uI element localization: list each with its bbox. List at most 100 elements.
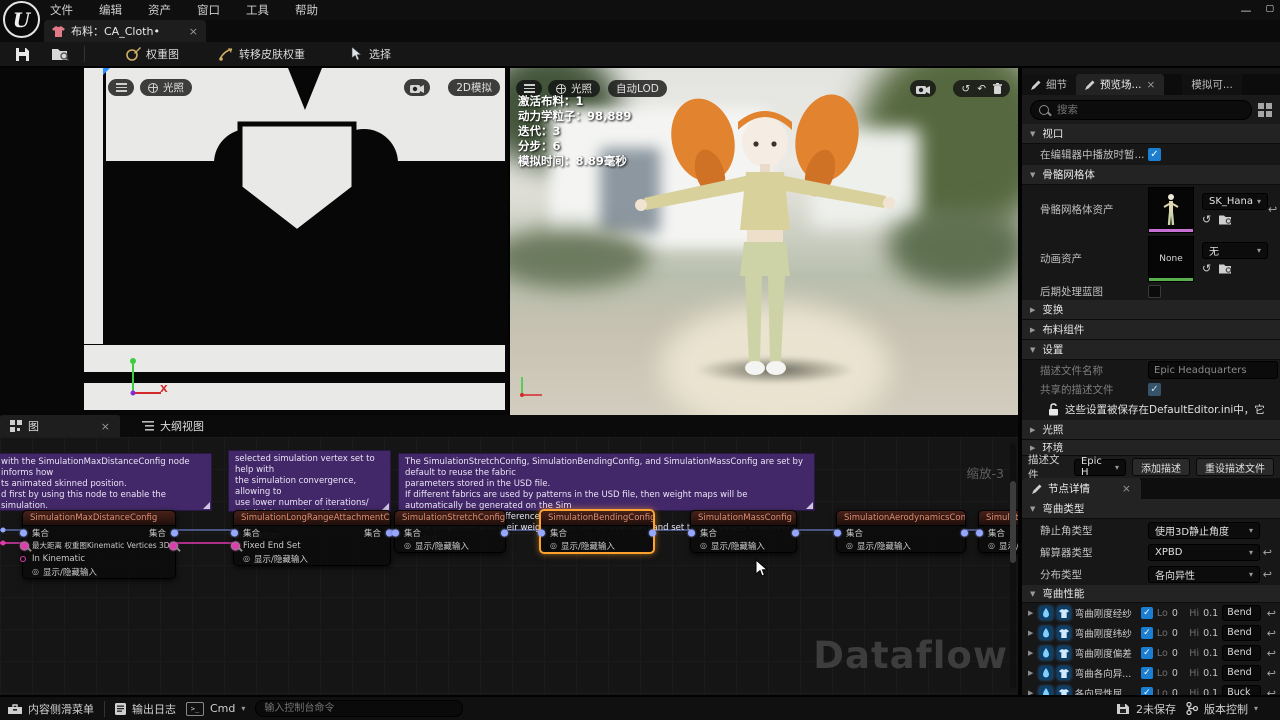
pin-collection-out[interactable] (501, 529, 508, 536)
graph-canvas[interactable]: 缩放-3 Dataflow with the SimulationMaxDist… (0, 437, 1018, 695)
tab-outline-view[interactable]: 大纲视图 (132, 415, 214, 437)
sim-2d-toggle[interactable]: 2D模拟 (448, 79, 500, 96)
shared-profile-checkbox[interactable]: ✓ (1148, 383, 1161, 396)
section-transform[interactable]: ▶变换 (1022, 300, 1280, 320)
menu-asset[interactable]: 资产 (148, 2, 171, 18)
pause-checkbox[interactable]: ✓ (1148, 148, 1161, 161)
weightmap-name-field[interactable]: Bend (1222, 645, 1261, 661)
minimize-button[interactable]: — (1240, 4, 1251, 17)
close-icon[interactable]: × (1147, 79, 1156, 91)
tab-preview-scene[interactable]: 预览场... × (1076, 74, 1164, 95)
section-bending-properties[interactable]: ▼弯曲性能 (1022, 585, 1280, 603)
section-settings[interactable]: ▼设置 (1022, 340, 1280, 360)
scrollbar-thumb[interactable] (1010, 481, 1016, 563)
rest-angle-type-dropdown[interactable]: 使用3D静止角度▾ (1148, 522, 1260, 539)
browse-to-asset-icon[interactable] (1219, 263, 1232, 274)
pin-in-kinematic[interactable] (20, 556, 26, 562)
reset-to-default-icon[interactable]: ↩ (1267, 607, 1276, 620)
tab-node-details[interactable]: 节点详情 × (1022, 478, 1141, 499)
maximize-button[interactable]: ▢ (1265, 4, 1274, 17)
pin-fixed-end-set-in[interactable] (231, 541, 240, 550)
expander-icon[interactable]: ▶ (1028, 609, 1035, 617)
comment-box[interactable]: with the SimulationMaxDistanceConfig nod… (0, 453, 212, 511)
output-log-button[interactable]: 输出日志 (115, 701, 176, 717)
view-options-icon[interactable] (1258, 103, 1272, 117)
override-checkbox[interactable]: ✓ (1141, 667, 1153, 679)
profile-dropdown[interactable]: Epic H▾ (1074, 459, 1126, 476)
use-selected-icon[interactable]: ↺ (1202, 262, 1211, 275)
section-viewport[interactable]: ▼视口 (1022, 124, 1280, 144)
use-selected-icon[interactable]: ↺ (1202, 213, 1211, 226)
show-hide-inputs[interactable]: ◎显示/隐藏输入 (23, 565, 175, 578)
pin-collection-in[interactable] (976, 529, 983, 536)
section-lighting[interactable]: ▶光照 (1022, 420, 1280, 440)
trash-icon[interactable] (993, 83, 1002, 94)
show-hide-inputs[interactable]: ◎显示/隐藏输入 (234, 552, 390, 565)
override-checkbox[interactable]: ✓ (1141, 607, 1153, 619)
pin-collection-in[interactable] (688, 529, 695, 536)
section-cloth-component[interactable]: ▶布料组件 (1022, 320, 1280, 340)
pin-collection-out[interactable] (171, 529, 178, 536)
pin-collection-in[interactable] (392, 529, 399, 536)
show-hide-inputs[interactable]: ◎显示/隐藏输入 (837, 539, 965, 552)
tab-graph[interactable]: 图 × (0, 415, 120, 437)
reset-to-default-icon[interactable]: ↩ (1267, 647, 1276, 660)
search-input[interactable] (1055, 103, 1243, 117)
version-control-button[interactable]: 版本控制 ▾ (1186, 701, 1258, 717)
tab-details[interactable]: 细节 (1022, 74, 1076, 95)
postprocess-checkbox[interactable] (1148, 285, 1161, 298)
node-simulation-long-range-attachment-config[interactable]: SimulationLongRangeAttachmentConfig 集合集合… (233, 510, 391, 566)
pin-collection-in[interactable] (834, 529, 841, 536)
camera-options-button[interactable] (404, 79, 430, 96)
override-checkbox[interactable]: ✓ (1141, 647, 1153, 659)
show-hide-inputs[interactable]: ◎显示/隐藏输入 (691, 539, 796, 552)
animation-asset-dropdown[interactable]: 无▾ (1202, 242, 1268, 259)
unsaved-button[interactable]: 2未保存 (1117, 701, 1176, 717)
close-icon[interactable]: × (189, 25, 198, 38)
reset-to-default-icon[interactable]: ↩ (1267, 667, 1276, 680)
reset-to-default-icon[interactable]: ↩ (1267, 627, 1276, 640)
browse-to-asset-icon[interactable] (1219, 214, 1232, 225)
comment-box[interactable]: The SimulationStretchConfig, SimulationB… (398, 453, 815, 511)
section-skeletal-mesh[interactable]: ▼骨骼网格体 (1022, 165, 1280, 185)
pin-collection-in[interactable] (231, 529, 238, 536)
pin-collection-in[interactable] (20, 529, 27, 536)
redo-icon[interactable]: ↶ (977, 83, 986, 95)
menu-tools[interactable]: 工具 (246, 2, 269, 18)
tab-simulation-vis[interactable]: 模拟可... (1182, 74, 1242, 95)
transfer-skin-weights-button[interactable]: 转移皮肤权重 (212, 44, 312, 64)
menu-help[interactable]: 帮助 (295, 2, 318, 18)
expander-icon[interactable]: ▶ (1028, 629, 1035, 637)
skeletal-mesh-thumbnail[interactable] (1148, 187, 1194, 233)
pin-max-distance-in[interactable] (20, 541, 29, 550)
close-icon[interactable]: × (101, 420, 110, 433)
node-simulation-mass-config[interactable]: SimulationMassConfig 集合 ◎显示/隐藏输入 (690, 510, 797, 553)
node-simulation-stretch-config[interactable]: SimulationStretchConfig 集合 ◎显示/隐藏输入 (394, 510, 506, 553)
tab-cloth-asset[interactable]: 布料：CA_Cloth• × (44, 20, 206, 42)
distribution-type-dropdown[interactable]: 各向异性▾ (1148, 566, 1260, 583)
override-checkbox[interactable]: ✓ (1141, 627, 1153, 639)
content-drawer-button[interactable]: 内容侧滑菜单 (8, 701, 94, 717)
pin-collection-in[interactable] (538, 529, 545, 536)
close-icon[interactable]: × (1122, 483, 1131, 495)
pattern-2d-viewport[interactable]: X 光照 2D模拟 (0, 68, 508, 415)
weightmap-name-field[interactable]: Bend (1222, 665, 1261, 681)
expander-icon[interactable]: ▶ (1028, 649, 1035, 657)
node-simulation-bending-config[interactable]: SimulationBendingConfig 集合 ◎显示/隐藏输入 (539, 509, 655, 554)
weightmap-name-field[interactable]: Bend (1222, 605, 1261, 621)
animation-asset-thumbnail[interactable]: None (1148, 236, 1194, 282)
select-button[interactable]: 选择 (344, 44, 398, 64)
add-profile-button[interactable]: 添加描述 (1132, 458, 1190, 476)
reset-profile-button[interactable]: 重设描述文件 (1196, 458, 1274, 476)
show-hide-inputs[interactable]: ◎显示/隐藏输入 (395, 539, 505, 552)
weightmap-name-field[interactable]: Bend (1222, 625, 1261, 641)
reset-to-default-icon[interactable]: ↩ (1268, 203, 1277, 216)
section-bending-type[interactable]: ▼弯曲类型 (1022, 499, 1280, 519)
console-command-input[interactable] (255, 700, 463, 717)
reset-to-default-icon[interactable]: ↩ (1263, 546, 1272, 559)
menu-file[interactable]: 文件 (50, 2, 73, 18)
undo-icon[interactable]: ↺ (961, 83, 970, 95)
reset-to-default-icon[interactable]: ↩ (1263, 568, 1272, 581)
search-input-box[interactable] (1030, 100, 1252, 120)
lit-mode-button[interactable]: 光照 (140, 79, 192, 96)
